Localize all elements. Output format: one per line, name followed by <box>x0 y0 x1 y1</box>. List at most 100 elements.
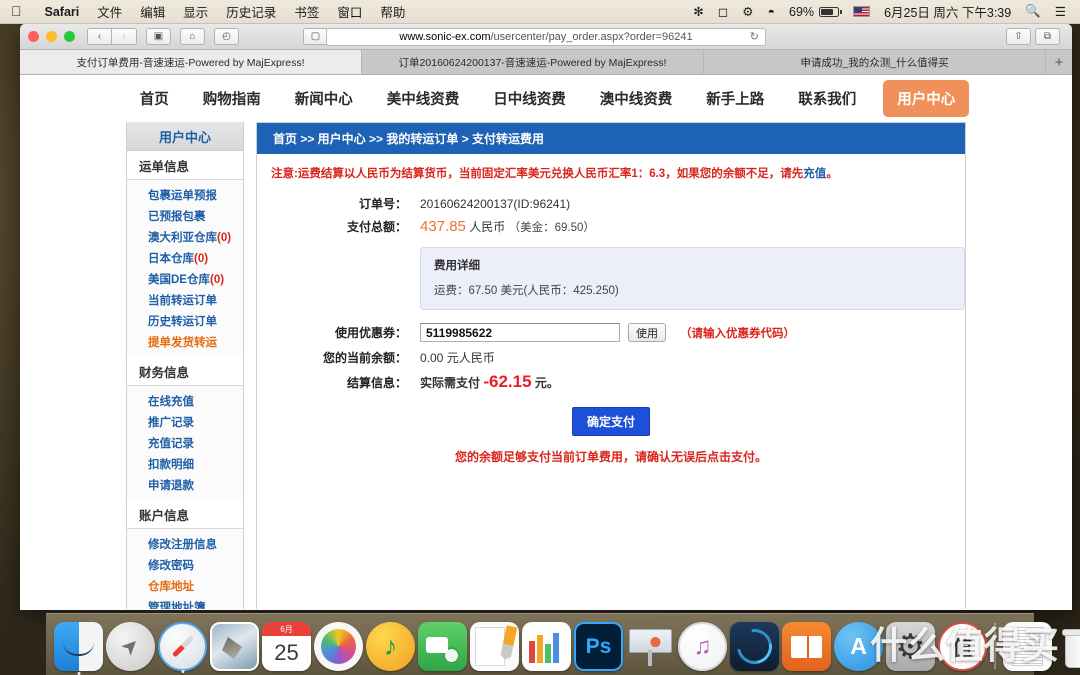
balance-label: 您的当前余额： <box>322 351 407 365</box>
trash-icon[interactable] <box>1055 622 1080 671</box>
total-amount-usd: （美金：69.50） <box>508 222 595 234</box>
menu-item-file[interactable]: 文件 <box>88 2 131 21</box>
sidebar-item-au-warehouse[interactable]: 澳大利亚仓库(0) <box>127 226 243 247</box>
sidebar-item-package-forecast[interactable]: 包裹运单预报 <box>127 184 243 205</box>
macos-menu-bar:  Safari 文件 编辑 显示 历史记录 书签 窗口 帮助 ✻ ◻ ⚙︎ ◓… <box>0 0 1080 24</box>
recharge-link[interactable]: 充值 <box>803 168 826 180</box>
settlement-prefix: 实际需支付 <box>420 376 481 390</box>
spotlight-search-icon[interactable]: 🔍 <box>1018 4 1048 19</box>
reload-icon[interactable]: ↻ <box>750 30 759 43</box>
sidebar-toggle-icon[interactable]: ▣ <box>146 28 171 45</box>
calendar-icon[interactable] <box>262 622 311 671</box>
user-center-sidebar: 用户中心 运单信息 包裹运单预报 已预报包裹 澳大利亚仓库(0) 日本仓库(0)… <box>126 122 244 609</box>
sidebar-item-us-de-warehouse-count: (0) <box>209 273 225 286</box>
macos-dock <box>46 613 1080 675</box>
mail-icon[interactable] <box>210 622 259 671</box>
photoshop-icon[interactable] <box>574 622 623 671</box>
show-all-tabs-button[interactable]: ⧉ <box>1035 28 1060 45</box>
nav-home[interactable]: 首页 <box>123 88 186 109</box>
nav-contact-us[interactable]: 联系我们 <box>781 88 873 109</box>
sidebar-item-refund-request[interactable]: 申请退款 <box>127 474 243 495</box>
confirm-payment-button[interactable]: 确定支付 <box>571 407 650 436</box>
order-number-label: 订单号： <box>358 197 407 211</box>
facetime-icon[interactable] <box>418 622 467 671</box>
sidebar-item-current-orders[interactable]: 当前转运订单 <box>127 289 243 310</box>
sidebar-item-change-password[interactable]: 修改密码 <box>127 554 243 575</box>
new-tab-button[interactable]: + <box>1046 50 1072 74</box>
reader-view-icon[interactable]: ▢ <box>303 28 328 45</box>
document-icon[interactable] <box>1003 622 1052 671</box>
sidebar-item-us-de-warehouse[interactable]: 美国DE仓库(0) <box>127 268 243 289</box>
clock-datetime[interactable]: 6月25日 周六 下午3:39 <box>877 2 1018 21</box>
coupon-input[interactable] <box>420 323 620 342</box>
nav-us-cn-rates[interactable]: 美中线资费 <box>370 88 477 109</box>
battery-status[interactable]: 69% <box>782 5 846 19</box>
sidebar-item-promotion-records[interactable]: 推广记录 <box>127 411 243 432</box>
wifi-icon[interactable]: ◓ <box>760 5 782 19</box>
nav-au-cn-rates[interactable]: 澳中线资费 <box>583 88 690 109</box>
nav-jp-cn-rates[interactable]: 日中线资费 <box>476 88 583 109</box>
back-button[interactable]: ‹ <box>87 28 112 45</box>
keynote-icon[interactable] <box>626 622 675 671</box>
tab-pay-order[interactable]: 支付订单费用-音速速运-Powered by MajExpress! <box>20 50 362 74</box>
itunes-icon[interactable] <box>678 622 727 671</box>
sidebar-item-recharge-records[interactable]: 充值记录 <box>127 432 243 453</box>
launchpad-icon[interactable] <box>106 622 155 671</box>
apply-coupon-button[interactable]: 使用 <box>628 323 666 342</box>
menu-item-help[interactable]: 帮助 <box>371 2 414 21</box>
notification-center-icon[interactable]: ☰ <box>1048 4 1073 19</box>
history-button[interactable]: ◴ <box>214 28 239 45</box>
numbers-icon[interactable] <box>522 622 571 671</box>
menu-item-history[interactable]: 历史记录 <box>217 2 285 21</box>
dropbox-icon[interactable]: ✻ <box>686 4 710 19</box>
pay-button-wrapper: 确定支付 <box>257 395 965 436</box>
home-button[interactable]: ⌂ <box>180 28 205 45</box>
maximize-window-button[interactable] <box>64 31 75 42</box>
qq-music-icon[interactable] <box>366 622 415 671</box>
menu-item-app[interactable]: Safari <box>36 5 89 19</box>
minimize-window-button[interactable] <box>46 31 57 42</box>
sidebar-item-jp-warehouse[interactable]: 日本仓库(0) <box>127 247 243 268</box>
url-path: /usercenter/pay_order.aspx?order=96241 <box>490 30 693 43</box>
nav-getting-started[interactable]: 新手上路 <box>689 88 781 109</box>
sidebar-item-address-book[interactable]: 管理地址簿 <box>127 596 243 610</box>
close-window-button[interactable] <box>28 31 39 42</box>
sidebar-list-account: 修改注册信息 修改密码 仓库地址 管理地址簿 站内信 发送站内信息 <box>127 529 243 609</box>
sidebar-item-jp-warehouse-count: (0) <box>194 252 209 265</box>
menu-item-bookmarks[interactable]: 书签 <box>285 2 328 21</box>
sidebar-item-history-orders[interactable]: 历史转运订单 <box>127 310 243 331</box>
zhi-badge-icon[interactable] <box>938 622 987 671</box>
sidebar-item-online-recharge[interactable]: 在线充值 <box>127 390 243 411</box>
sidebar-item-forecasted-packages[interactable]: 已预报包裹 <box>127 205 243 226</box>
share-button[interactable]: ⇧ <box>1006 28 1031 45</box>
safari-window: ‹ › ▣ ⌂ ◴ ▢ www.sonic-ex.com/usercenter/… <box>20 24 1072 610</box>
tab-smzdm[interactable]: 申请成功_我的众测_什么值得买 <box>704 50 1046 74</box>
sidebar-item-edit-registration[interactable]: 修改注册信息 <box>127 533 243 554</box>
photos-icon[interactable] <box>314 622 363 671</box>
safari-icon[interactable] <box>158 622 207 673</box>
input-source-flag-icon[interactable] <box>846 6 877 17</box>
address-bar[interactable]: www.sonic-ex.com/usercenter/pay_order.as… <box>326 27 766 46</box>
pages-icon[interactable] <box>470 622 519 671</box>
bluetooth-icon[interactable]: ⚙︎ <box>735 4 760 19</box>
ibooks-icon[interactable] <box>782 622 831 671</box>
airplay-icon[interactable]: ◻ <box>711 4 735 19</box>
sidebar-item-bill-shipping[interactable]: 提单发货转运 <box>127 331 243 352</box>
battlenet-icon[interactable] <box>730 622 779 671</box>
menu-item-view[interactable]: 显示 <box>174 2 217 21</box>
fee-detail-box: 费用详细 运费：67.50 美元(人民币：425.250) <box>420 247 965 310</box>
apple-icon[interactable]:  <box>11 4 22 18</box>
app-store-icon[interactable] <box>834 622 883 671</box>
sidebar-item-au-warehouse-count: (0) <box>217 231 232 244</box>
system-preferences-icon[interactable] <box>886 622 935 671</box>
nav-news-center[interactable]: 新闻中心 <box>278 88 370 109</box>
sidebar-item-deduction-details[interactable]: 扣款明细 <box>127 453 243 474</box>
tab-order-detail[interactable]: 订单20160624200137-音速速运-Powered by MajExpr… <box>362 50 704 74</box>
window-controls[interactable] <box>28 31 75 42</box>
menu-item-edit[interactable]: 编辑 <box>131 2 174 21</box>
nav-user-center[interactable]: 用户中心 <box>883 79 970 117</box>
notice-text-part3: 。 <box>826 168 838 180</box>
menu-item-window[interactable]: 窗口 <box>328 2 371 21</box>
nav-shopping-guide[interactable]: 购物指南 <box>186 88 278 109</box>
sidebar-item-warehouse-address[interactable]: 仓库地址 <box>127 575 243 596</box>
